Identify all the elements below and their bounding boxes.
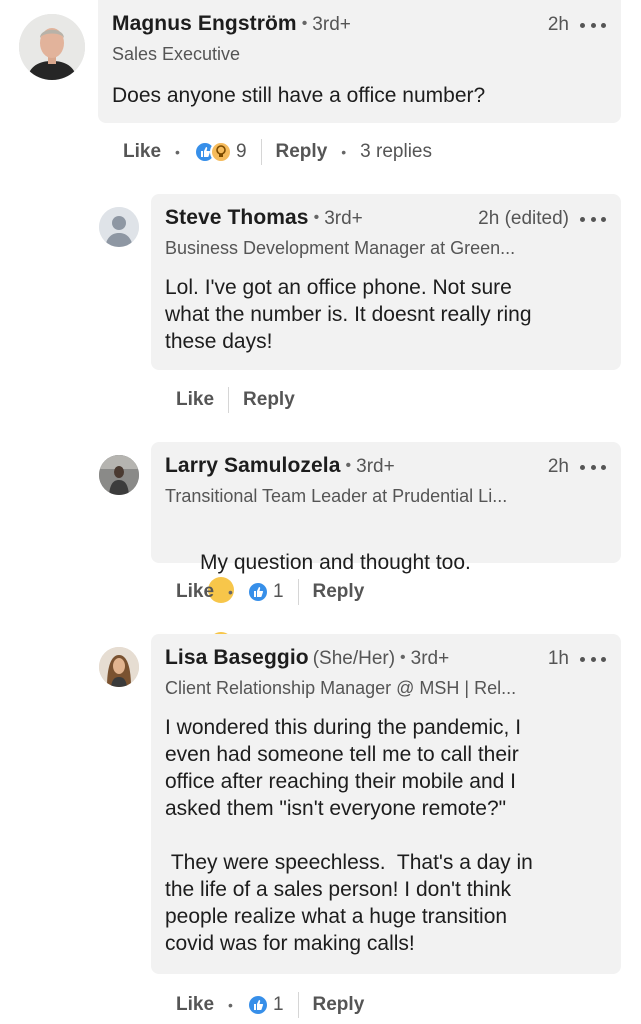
separator-dot: • xyxy=(175,144,180,160)
more-horizontal-icon[interactable] xyxy=(577,12,609,38)
author-headline: Client Relationship Manager @ MSH | Rel.… xyxy=(165,678,517,698)
reactions[interactable]: 1 xyxy=(246,994,284,1016)
avatar[interactable] xyxy=(19,14,85,80)
replies-link[interactable]: 3 replies xyxy=(360,141,432,163)
comment-text: My question and thought too. xyxy=(200,551,471,574)
action-divider xyxy=(260,139,262,165)
author-name[interactable]: Magnus Engström xyxy=(112,12,297,35)
avatar[interactable] xyxy=(99,647,139,687)
reply-button[interactable]: Reply xyxy=(313,581,365,603)
comment-header: Lisa Baseggio (She/Her) • 3rd+ 1h xyxy=(165,646,609,672)
profile-photo xyxy=(99,455,139,495)
author-headline: Sales Executive xyxy=(112,44,241,64)
separator-dot: • xyxy=(301,15,308,32)
separator-dot: • xyxy=(341,144,347,160)
connection-degree: 3rd+ xyxy=(324,208,363,229)
comment-actions: Like • 9 Reply • 3 replies xyxy=(123,137,432,167)
separator-dot: • xyxy=(313,209,320,226)
comment-bubble: Lisa Baseggio (She/Her) • 3rd+ 1h Client Re… xyxy=(151,634,621,974)
separator-dot: • xyxy=(345,457,352,474)
profile-photo xyxy=(19,14,85,80)
reply-button[interactable]: Reply xyxy=(313,994,365,1016)
comment-text: Does anyone still have a office number? xyxy=(112,84,486,107)
like-button[interactable]: Like xyxy=(123,141,161,163)
like-button[interactable]: Like xyxy=(176,581,214,603)
connection-degree: 3rd+ xyxy=(312,14,351,35)
action-divider xyxy=(297,992,299,1018)
separator-dot: • xyxy=(228,584,233,600)
pronouns: (She/Her) xyxy=(312,648,396,669)
reaction-count: 1 xyxy=(272,581,284,602)
comment-header: Larry Samulozela • 3rd+ 2h xyxy=(165,454,609,480)
comment-text: I wondered this during the pandemic, I e… xyxy=(165,716,533,955)
like-button[interactable]: Like xyxy=(176,994,214,1016)
comment-actions: Like Reply xyxy=(176,385,295,415)
separator-dot: • xyxy=(228,997,233,1013)
separator-dot: • xyxy=(400,649,406,666)
more-horizontal-icon[interactable] xyxy=(577,206,609,232)
profile-photo xyxy=(99,647,139,687)
author-headline: Business Development Manager at Green... xyxy=(165,238,516,258)
reply-button[interactable]: Reply xyxy=(276,141,328,163)
comment-text: Lol. I've got an office phone. Not sure … xyxy=(165,276,532,353)
reactions[interactable]: 9 xyxy=(193,141,247,163)
author-name[interactable]: Lisa Baseggio xyxy=(165,646,309,669)
avatar[interactable] xyxy=(99,207,139,247)
action-divider xyxy=(228,387,230,413)
author-headline: Transitional Team Leader at Prudential L… xyxy=(165,486,508,506)
comment-header: Steve Thomas • 3rd+ 2h (edited) xyxy=(165,206,609,232)
comment-actions: Like • 1 Reply xyxy=(176,577,364,607)
comment-bubble: Magnus Engström • 3rd+ 2h Sales Executive … xyxy=(98,0,621,123)
timestamp: 2h xyxy=(547,456,569,477)
timestamp: 2h xyxy=(547,14,569,35)
timestamp: 2h (edited) xyxy=(478,208,569,229)
reaction-count: 9 xyxy=(235,141,247,162)
comment-header: Magnus Engström • 3rd+ 2h xyxy=(112,12,609,38)
comment-bubble: Steve Thomas • 3rd+ 2h (edited) Business D… xyxy=(151,194,621,370)
comment-bubble: Larry Samulozela • 3rd+ 2h Transitional Te… xyxy=(151,442,621,657)
like-button[interactable]: Like xyxy=(176,389,214,411)
thumbs-up-icon xyxy=(246,581,269,603)
default-avatar-icon xyxy=(99,207,139,247)
timestamp: 1h xyxy=(547,648,569,669)
author-name[interactable]: Larry Samulozela xyxy=(165,454,341,477)
reaction-count: 1 xyxy=(272,994,284,1015)
connection-degree: 3rd+ xyxy=(410,648,450,669)
author-name[interactable]: Steve Thomas xyxy=(165,206,309,229)
comment-actions: Like • 1 Reply xyxy=(176,990,364,1020)
avatar[interactable] xyxy=(99,455,139,495)
connection-degree: 3rd+ xyxy=(356,456,395,477)
reply-button[interactable]: Reply xyxy=(243,389,295,411)
reactions[interactable]: 1 xyxy=(246,581,284,603)
more-horizontal-icon[interactable] xyxy=(577,646,609,672)
thumbs-up-icon xyxy=(246,994,269,1016)
lightbulb-icon xyxy=(209,141,232,163)
more-horizontal-icon[interactable] xyxy=(577,454,609,480)
action-divider xyxy=(297,579,299,605)
